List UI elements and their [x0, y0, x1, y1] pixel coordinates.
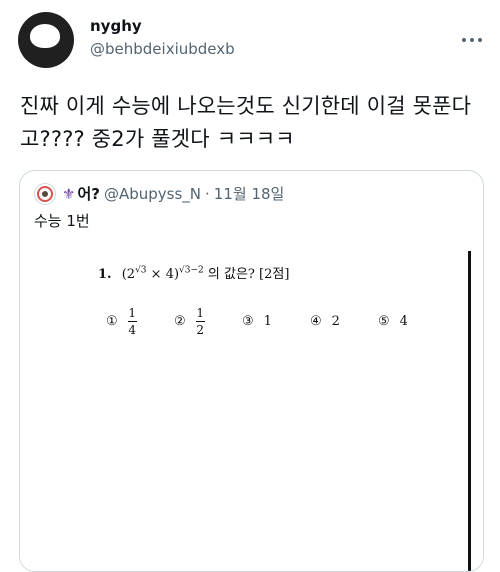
fraction: 1 4 — [127, 306, 137, 337]
tweet-text: 진짜 이게 수능에 나오는것도 신기한데 이걸 못푼다고???? 중2가 풀겟다… — [20, 94, 472, 151]
choice-mark: ① — [106, 314, 118, 329]
exam-question-image[interactable]: 1. (2√3 × 4)√3−2 의 값은? [2점] ① 1 4 ② 1 2 — [20, 241, 483, 571]
quoted-tweet-text: 수능 1번 — [34, 212, 90, 230]
exam-problem: 1. (2√3 × 4)√3−2 의 값은? [2점] — [98, 263, 289, 282]
answer-choices: ① 1 4 ② 1 2 ③ 1 ④ 2 ⑤ 4 — [106, 307, 446, 336]
choice-value: 2 — [331, 314, 340, 329]
exponent-sqrt3-minus-2: √3−2 — [179, 265, 204, 276]
fraction-bar — [127, 321, 137, 322]
choice-value: 1 — [263, 314, 272, 329]
quoted-handle[interactable]: @Abupyss_N — [104, 184, 201, 204]
quoted-date[interactable]: 11월 18일 — [214, 184, 285, 204]
denominator: 4 — [128, 323, 136, 337]
display-name[interactable]: nyghy — [90, 16, 235, 36]
choice-mark: ③ — [242, 314, 254, 329]
numerator: 1 — [196, 306, 204, 320]
choice-4: ④ 2 — [310, 307, 378, 336]
choice-5: ⑤ 4 — [378, 307, 446, 336]
problem-question: 의 값은? [2점] — [207, 267, 290, 282]
fraction: 1 2 — [195, 306, 205, 337]
choice-value: 4 — [399, 314, 408, 329]
quoted-tweet-header: ⚜ 어? @Abupyss_N · 11월 18일 — [34, 183, 284, 205]
author-avatar[interactable] — [18, 12, 74, 68]
author-block: nyghy @behbdeixiubdexb — [90, 16, 235, 59]
choice-mark: ⑤ — [378, 314, 390, 329]
meta-separator: · — [205, 185, 210, 203]
page-column-rule — [468, 251, 471, 571]
numerator: 1 — [128, 306, 136, 320]
fleur-de-lis-icon: ⚜ — [62, 185, 76, 203]
exponent-sqrt3: √3 — [135, 265, 147, 276]
fraction-bar — [195, 321, 205, 322]
user-handle[interactable]: @behbdeixiubdexb — [90, 39, 235, 59]
choice-mark: ④ — [310, 314, 322, 329]
problem-number: 1. — [98, 267, 112, 282]
choice-1: ① 1 4 — [106, 307, 174, 336]
expression-base: (2 — [121, 267, 136, 282]
choice-2: ② 1 2 — [174, 307, 242, 336]
avatar-image — [30, 24, 60, 48]
expression-times: × 4) — [146, 267, 180, 282]
quoted-display-name[interactable]: 어? — [77, 184, 100, 204]
choice-3: ③ 1 — [242, 307, 310, 336]
more-dots-icon[interactable] — [461, 28, 483, 47]
denominator: 2 — [196, 323, 204, 337]
choice-mark: ② — [174, 314, 186, 329]
quoted-tweet[interactable]: ⚜ 어? @Abupyss_N · 11월 18일 수능 1번 1. (2√3 … — [19, 170, 484, 572]
quoted-author-avatar[interactable] — [34, 183, 56, 205]
